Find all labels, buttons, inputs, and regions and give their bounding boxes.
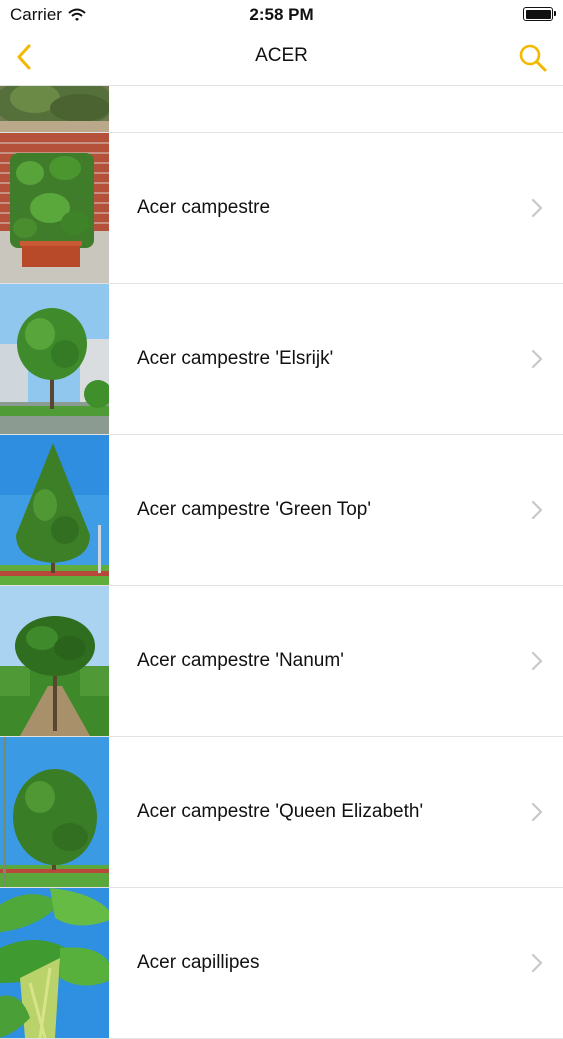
list-item[interactable]: Acer campestre 'Nanum' — [0, 586, 563, 737]
plant-thumbnail — [0, 133, 109, 283]
plant-thumbnail — [0, 586, 109, 736]
plant-thumbnail — [0, 86, 109, 132]
list-item-label: Acer campestre 'Nanum' — [137, 650, 344, 671]
list-item-label: Acer capillipes — [137, 952, 260, 973]
list-item[interactable]: Acer campestre 'Green Top' — [0, 435, 563, 586]
plant-thumbnail — [0, 737, 109, 887]
chevron-right-icon — [531, 651, 543, 671]
list-item[interactable]: Acer campestre — [0, 133, 563, 284]
search-button[interactable] — [513, 38, 553, 78]
chevron-right-icon — [531, 953, 543, 973]
status-time: 2:58 PM — [249, 5, 314, 24]
chevron-right-icon — [531, 802, 543, 822]
plant-thumbnail — [0, 888, 109, 1038]
list-item-label: Acer campestre 'Green Top' — [137, 499, 371, 520]
status-bar: Carrier 2:58 PM — [0, 0, 563, 32]
battery-icon — [523, 7, 556, 21]
list-item-label: Acer campestre — [137, 197, 271, 218]
chevron-right-icon — [531, 500, 543, 520]
list-item[interactable]: Acer campestre 'Elsrijk' — [0, 284, 563, 435]
plant-thumbnail — [0, 284, 109, 434]
chevron-right-icon — [531, 349, 543, 369]
list-item-label: Acer campestre 'Queen Elizabeth' — [137, 801, 424, 822]
species-list: Acer campestre Acer campestre 'Elsrijk' — [0, 86, 563, 1039]
list-item-label: Acer campestre 'Elsrijk' — [137, 348, 334, 369]
list-item[interactable]: Acer campestre 'Queen Elizabeth' — [0, 737, 563, 888]
list-item[interactable] — [0, 86, 563, 133]
search-icon — [519, 44, 547, 72]
plant-thumbnail — [0, 435, 109, 585]
nav-bar: ACER — [0, 32, 563, 86]
list-item[interactable]: Acer capillipes — [0, 888, 563, 1039]
page-title: ACER — [255, 45, 308, 66]
chevron-right-icon — [531, 198, 543, 218]
chevron-left-icon — [17, 44, 31, 70]
back-button[interactable] — [6, 39, 42, 75]
